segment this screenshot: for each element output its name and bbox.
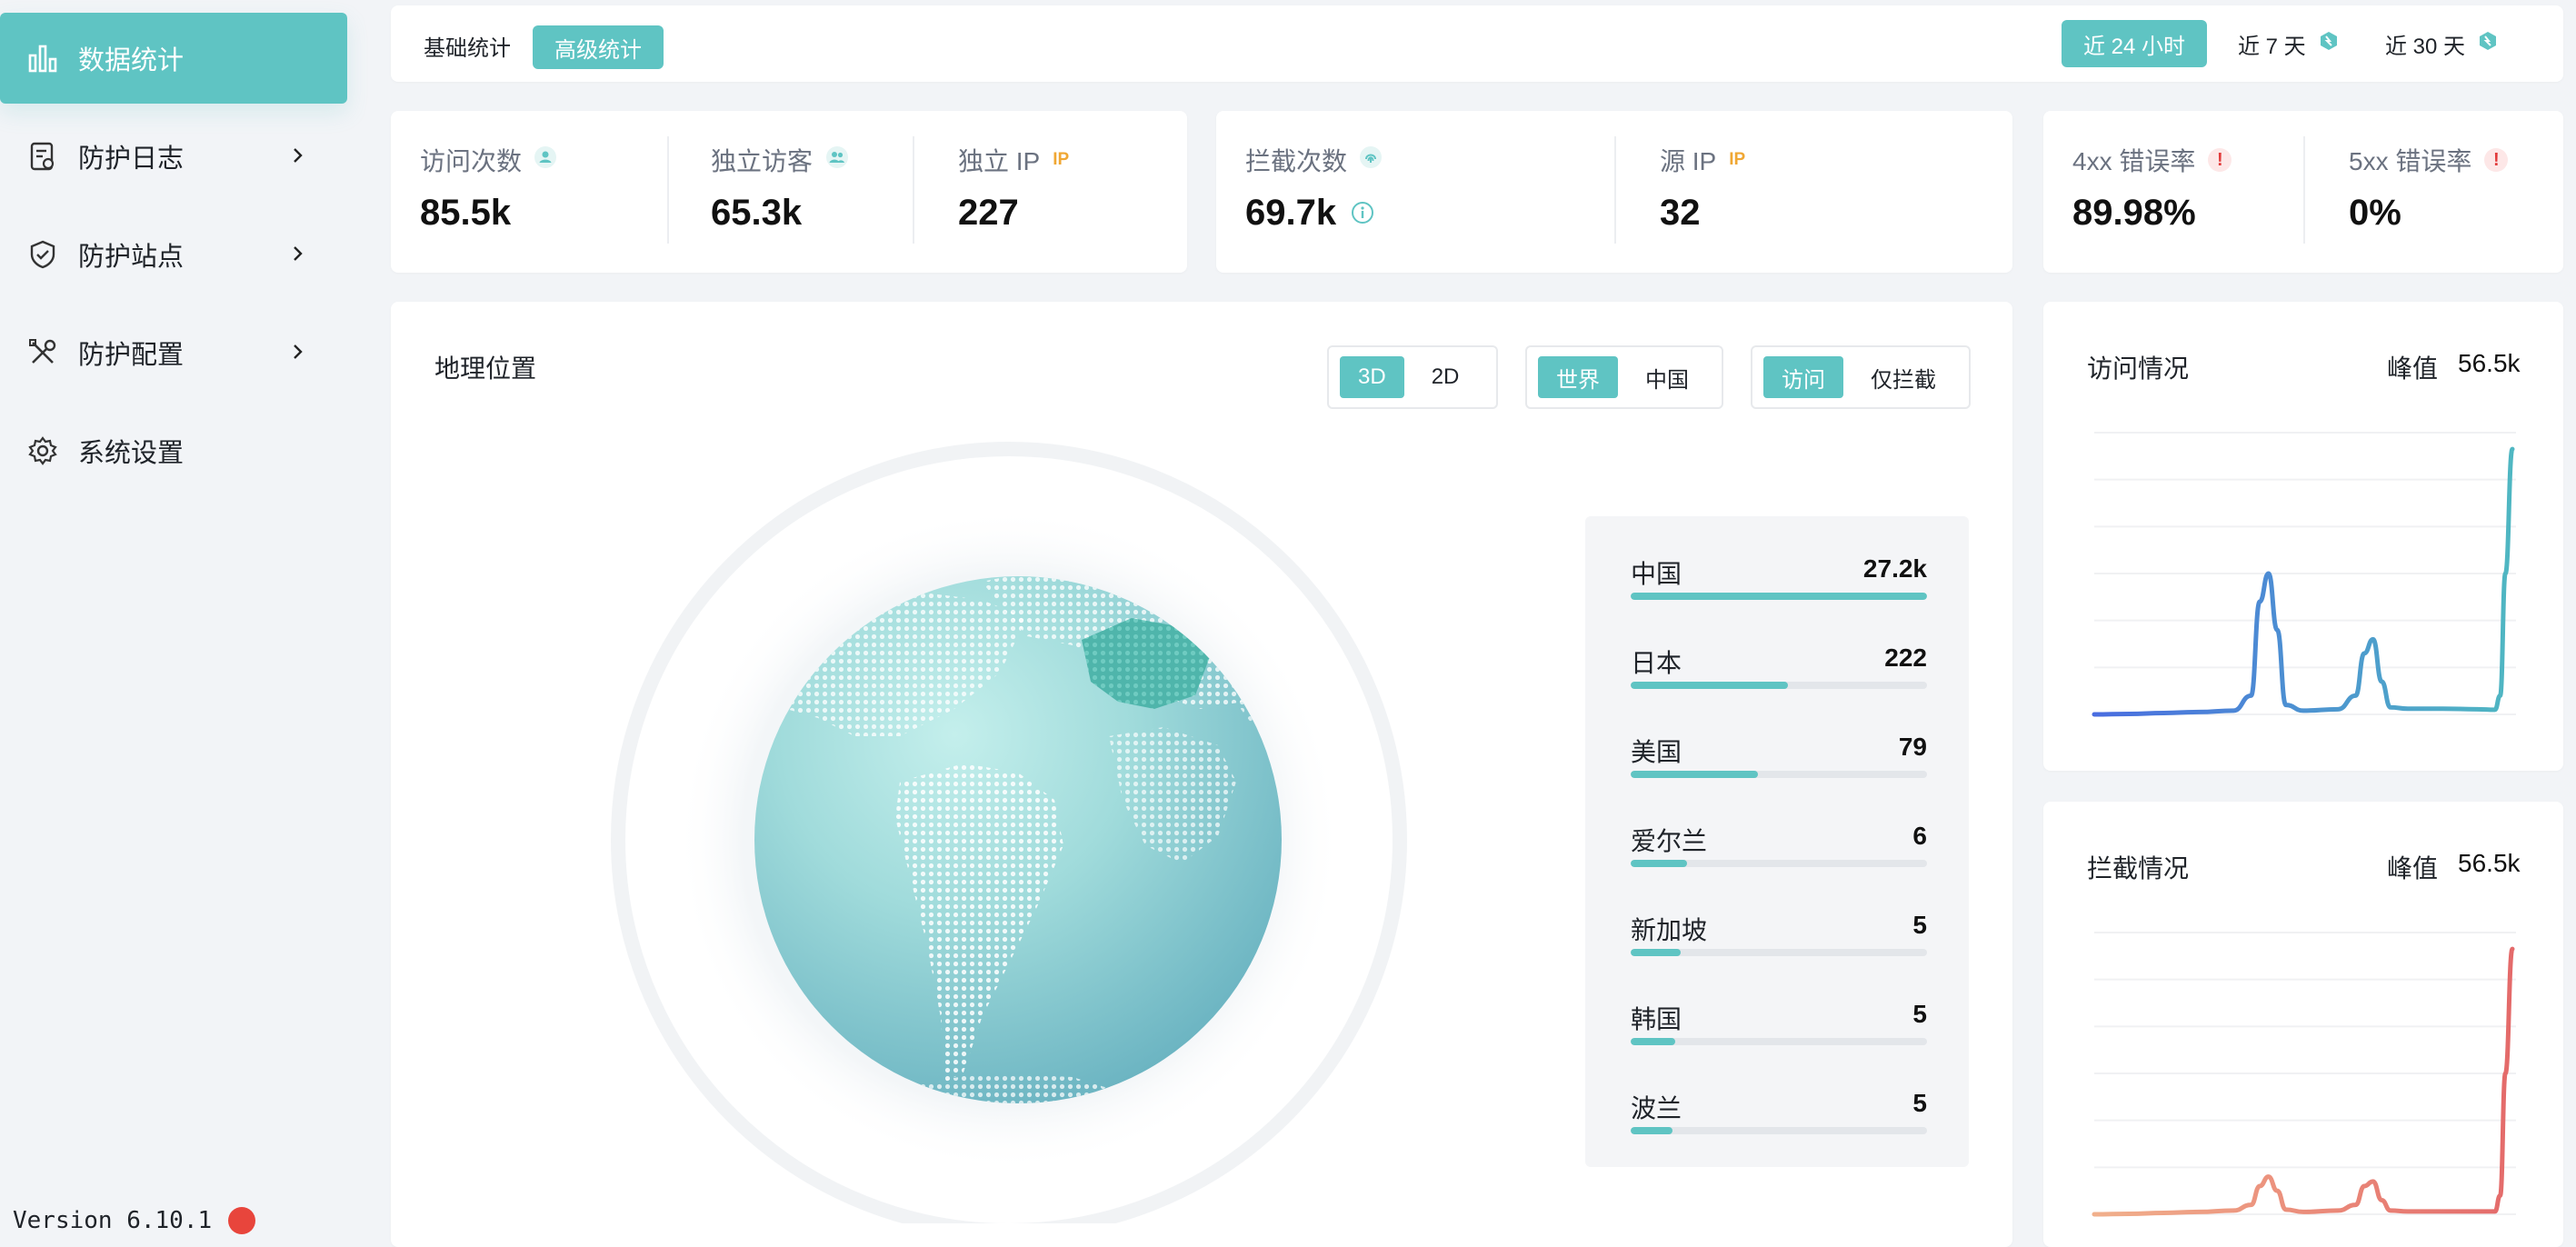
view-3d-button[interactable]: 3D <box>1340 356 1404 398</box>
view-2d-button[interactable]: 2D <box>1413 356 1478 398</box>
unique-visitors-label: 独立访客 <box>711 142 849 178</box>
info-icon[interactable] <box>1351 193 1374 234</box>
series-line <box>2092 946 2515 1217</box>
globe-map[interactable] <box>600 436 1418 1223</box>
ip-tag-icon: IP <box>1053 150 1070 169</box>
sidebar-item-label: 防护日志 <box>78 145 185 174</box>
progress-fill <box>1631 1038 1675 1045</box>
list-item[interactable]: 美国 79 <box>1631 727 1927 816</box>
geo-title: 地理位置 <box>434 354 537 383</box>
view-mode-toggle: 3D 2D <box>1327 345 1498 409</box>
filter-blocked-only-button[interactable]: 仅拦截 <box>1852 356 1954 398</box>
sidebar-item-config[interactable]: 防护配置 <box>0 307 347 398</box>
user-icon <box>534 145 557 175</box>
range-7d-button[interactable]: 近 7 天 <box>2220 20 2357 67</box>
region-toggle: 世界 中国 <box>1525 345 1723 409</box>
version-label: Version 6.10.1 <box>13 1207 256 1234</box>
blocked-label: 拦截次数 <box>1245 142 1383 178</box>
divider <box>2303 136 2305 244</box>
progress-track <box>1631 771 1927 778</box>
region-china-button[interactable]: 中国 <box>1627 356 1707 398</box>
sidebar-item-logs[interactable]: 防护日志 <box>0 111 347 202</box>
gear-icon <box>27 435 58 466</box>
error-5xx-label: 5xx 错误率 ! <box>2349 142 2509 178</box>
filter-toggle: 访问 仅拦截 <box>1751 345 1971 409</box>
error-4xx-label: 4xx 错误率 ! <box>2072 142 2232 178</box>
sidebar-item-label: 系统设置 <box>78 439 185 468</box>
sidebar-item-label: 防护站点 <box>78 243 185 272</box>
sidebar-item-settings[interactable]: 系统设置 <box>0 405 347 496</box>
region-world-button[interactable]: 世界 <box>1538 356 1618 398</box>
unique-ip-label: 独立 IP IP <box>958 147 1070 175</box>
visits-value: 85.5k <box>420 193 512 233</box>
sidebar-item-label: 数据统计 <box>78 46 185 75</box>
visits-label: 访问次数 <box>420 142 557 178</box>
top-bar: 基础统计 高级统计 近 24 小时 近 7 天 近 30 天 <box>391 5 2563 82</box>
progress-track <box>1631 1127 1927 1134</box>
source-ip-value: 32 <box>1660 193 1701 233</box>
series-line <box>2092 446 2515 717</box>
sidebar-item-sites[interactable]: 防护站点 <box>0 209 347 300</box>
fingerprint-icon <box>1360 145 1383 175</box>
range-24h-button[interactable]: 近 24 小时 <box>2062 20 2208 67</box>
blocked-peak: 峰值 56.5k <box>2387 849 2521 883</box>
tab-basic-stats[interactable]: 基础统计 <box>405 25 529 65</box>
progress-fill <box>1631 1127 1672 1134</box>
chevron-right-icon <box>284 142 311 169</box>
users-icon <box>825 145 849 175</box>
list-item[interactable]: 日本 222 <box>1631 638 1927 727</box>
visits-chart-title: 访问情况 <box>2087 354 2190 383</box>
list-item[interactable]: 新加坡 5 <box>1631 905 1927 994</box>
chevron-right-icon <box>284 338 311 365</box>
list-item[interactable]: 中国 27.2k <box>1631 549 1927 638</box>
list-item[interactable]: 韩国 5 <box>1631 994 1927 1083</box>
divider <box>1614 136 1616 244</box>
unique-ip-value: 227 <box>958 193 1019 233</box>
progress-fill <box>1631 682 1788 689</box>
log-file-icon <box>27 141 58 172</box>
notification-badge-icon[interactable] <box>228 1207 256 1234</box>
sidebar-item-label: 防护配置 <box>78 341 185 370</box>
premium-badge-icon <box>2478 31 2498 57</box>
warning-icon: ! <box>2484 148 2509 172</box>
range-30d-button[interactable]: 近 30 天 <box>2367 20 2516 67</box>
list-item[interactable]: 爱尔兰 6 <box>1631 816 1927 905</box>
chevron-right-icon <box>284 240 311 267</box>
blocked-area-chart[interactable] <box>2087 923 2523 1232</box>
bar-chart-icon <box>27 43 58 74</box>
tab-advanced-stats[interactable]: 高级统计 <box>533 25 664 69</box>
progress-track <box>1631 593 1927 600</box>
progress-fill <box>1631 949 1682 956</box>
progress-track <box>1631 949 1927 956</box>
blocked-chart-title: 拦截情况 <box>2087 854 2190 883</box>
sidebar: 数据统计 防护日志 防护站点 防护配置 系统设置 Version 6.10.1 <box>0 0 360 1234</box>
unique-visitors-value: 65.3k <box>711 193 803 233</box>
progress-track <box>1631 860 1927 867</box>
shield-icon <box>27 239 58 270</box>
list-item[interactable]: 波兰 5 <box>1631 1083 1927 1172</box>
visits-line-chart[interactable] <box>2087 424 2523 733</box>
sidebar-item-statistics[interactable]: 数据统计 <box>0 13 347 104</box>
visits-stats-card <box>391 111 1187 273</box>
error-5xx-value: 0% <box>2349 193 2401 233</box>
filter-visits-button[interactable]: 访问 <box>1763 356 1843 398</box>
ip-tag-icon: IP <box>1729 150 1746 169</box>
divider <box>667 136 669 244</box>
blocked-value: 69.7k <box>1245 193 1374 234</box>
visits-peak: 峰值 56.5k <box>2387 349 2521 383</box>
country-ranking-panel: 中国 27.2k 日本 222 美国 79 爱尔兰 6 新加坡 5 韩国 5 波… <box>1585 516 1969 1167</box>
warning-icon: ! <box>2208 148 2232 172</box>
premium-badge-icon <box>2319 31 2339 57</box>
progress-track <box>1631 682 1927 689</box>
divider <box>913 136 914 244</box>
progress-fill <box>1631 771 1759 778</box>
progress-fill <box>1631 860 1687 867</box>
progress-track <box>1631 1038 1927 1045</box>
tools-icon <box>27 337 58 368</box>
source-ip-label: 源 IP IP <box>1660 147 1746 175</box>
progress-fill <box>1631 593 1927 600</box>
error-4xx-value: 89.98% <box>2072 193 2196 233</box>
